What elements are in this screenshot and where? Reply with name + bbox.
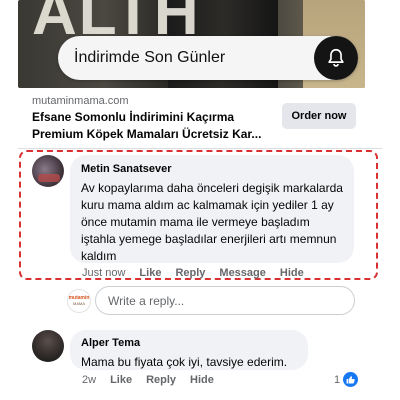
ad-domain[interactable]: mutaminmama.com — [32, 95, 129, 107]
like-button[interactable]: Like — [139, 267, 161, 279]
ad-banner-image[interactable]: ALTH İndirimde Son Günler — [18, 0, 365, 88]
comment-timestamp[interactable]: 2w — [82, 374, 96, 386]
comment-bubble: Alper Tema Mama bu fiyata çok iyi, tavsi… — [70, 330, 308, 370]
comment-actions: 2w Like Reply Hide — [82, 374, 228, 386]
promo-text: İndirimde Son Günler — [74, 49, 226, 66]
thumbs-up-icon — [343, 372, 359, 387]
reply-button[interactable]: Reply — [146, 374, 176, 386]
page-avatar: mutamin MAMA — [67, 289, 91, 313]
avatar-logo-subtext: MAMA — [73, 301, 85, 306]
bell-icon — [314, 36, 358, 80]
divider — [18, 148, 382, 149]
comment-author[interactable]: Alper Tema — [81, 336, 297, 351]
comment-text: Mama bu fiyata çok iyi, tavsiye ederim. — [81, 355, 288, 369]
like-button[interactable]: Like — [110, 374, 132, 386]
hide-button[interactable]: Hide — [280, 267, 304, 279]
avatar[interactable] — [32, 155, 64, 187]
like-count[interactable]: 1 — [334, 372, 359, 387]
ad-title[interactable]: Efsane Somonlu İndirimini Kaçırma Premiu… — [32, 109, 272, 143]
order-now-button[interactable]: Order now — [282, 103, 356, 129]
comment-actions: Just now Like Reply Message Hide — [82, 267, 318, 279]
message-button[interactable]: Message — [219, 267, 265, 279]
promo-pill: İndirimde Son Günler — [58, 36, 358, 80]
reply-button[interactable]: Reply — [175, 267, 205, 279]
comment-author[interactable]: Metin Sanatsever — [81, 162, 343, 177]
comment-bubble: Metin Sanatsever Av kopaylarıma daha önc… — [70, 155, 354, 263]
avatar[interactable] — [32, 330, 64, 362]
reply-input[interactable] — [95, 286, 355, 315]
comment-text: Av kopaylarıma daha önceleri degişik mar… — [81, 181, 343, 263]
like-count-number: 1 — [334, 373, 341, 386]
comment-timestamp[interactable]: Just now — [82, 267, 125, 279]
hide-button[interactable]: Hide — [190, 374, 214, 386]
